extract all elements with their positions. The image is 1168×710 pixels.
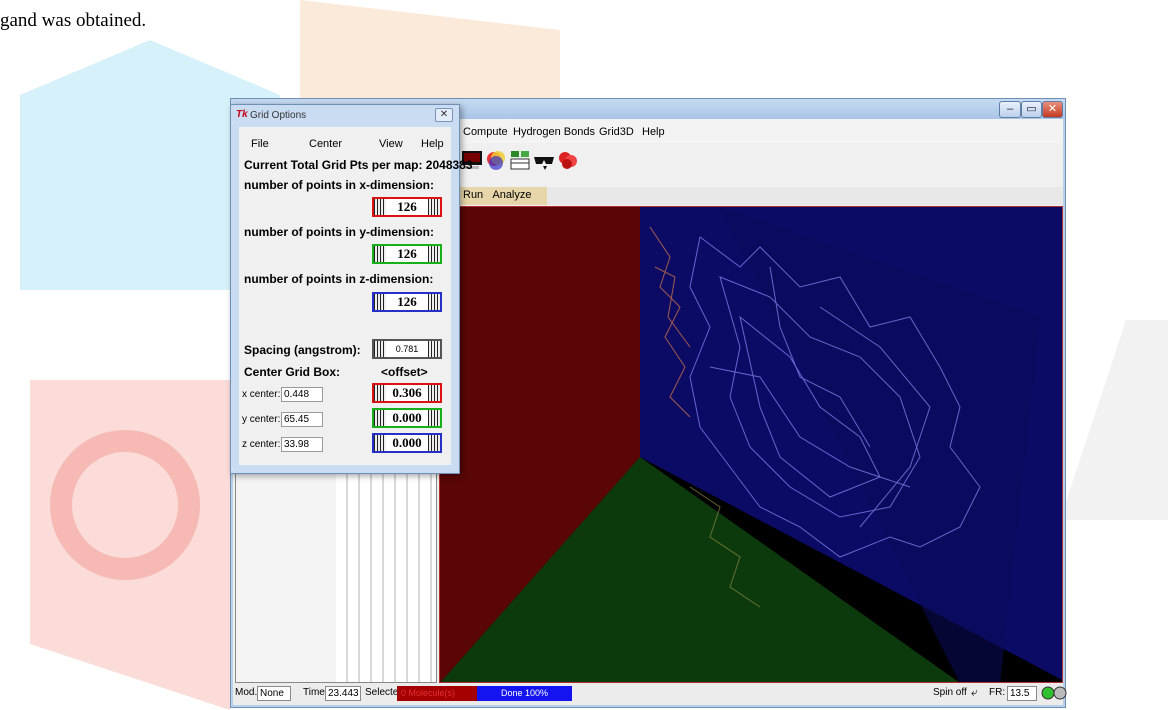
- progress-bar: Done 100%: [477, 686, 572, 701]
- selected-field: 0 Molecule(s): [397, 686, 477, 701]
- time-label: Time:: [303, 687, 328, 698]
- x-offset-thumbwheel[interactable]: 0.306: [372, 383, 442, 403]
- red-surface-icon[interactable]: [557, 149, 579, 171]
- x-dimension-thumbwheel[interactable]: 126: [372, 197, 442, 217]
- z-offset-value: 0.000: [386, 435, 428, 451]
- x-offset-value: 0.306: [386, 385, 428, 401]
- fr-field: 13.5: [1007, 686, 1037, 701]
- tk-icon: Tk: [236, 109, 248, 120]
- 3d-viewer[interactable]: [439, 206, 1063, 683]
- grid-options-dialog: Tk Grid Options ✕ File Center View Help …: [230, 104, 473, 474]
- grid-box-scene: [440, 207, 1062, 682]
- y-dimension-thumbwheel[interactable]: 126: [372, 244, 442, 264]
- z-dimension-thumbwheel[interactable]: 126: [372, 292, 442, 312]
- stereo-glasses-icon[interactable]: [533, 149, 555, 171]
- z-dimension-value: 126: [386, 294, 428, 310]
- dialog-menu-center[interactable]: Center: [309, 138, 342, 150]
- spacing-thumbwheel[interactable]: 0.781: [372, 339, 442, 359]
- maximize-button[interactable]: ▭: [1021, 101, 1042, 118]
- color-wheel-icon[interactable]: [485, 149, 507, 171]
- x-center-input[interactable]: 0.448: [281, 387, 323, 402]
- z-center-label: z center:: [242, 439, 281, 450]
- mod-field: None: [257, 686, 291, 701]
- spin-toggle-icon[interactable]: ⤶: [971, 685, 978, 700]
- dialog-titlebar[interactable]: Tk Grid Options ✕: [231, 105, 459, 125]
- dialog-body: File Center View Help Current Total Grid…: [239, 127, 473, 465]
- x-dimension-label: number of points in x-dimension:: [244, 178, 434, 192]
- dialog-menu-view[interactable]: View: [379, 138, 403, 150]
- menu-compute[interactable]: Compute: [463, 126, 508, 138]
- close-button[interactable]: ✕: [1042, 101, 1063, 118]
- total-grid-points: Current Total Grid Pts per map: 2048383: [244, 158, 473, 172]
- menu-help[interactable]: Help: [642, 126, 665, 138]
- document-text: gand was obtained.: [0, 10, 147, 31]
- minimize-button[interactable]: –: [999, 101, 1021, 118]
- tab-run-analyze[interactable]: Run Analyze: [459, 187, 547, 205]
- spin-toggle[interactable]: Spin off: [933, 687, 967, 698]
- y-center-label: y center:: [242, 414, 281, 425]
- time-field: 23.443: [325, 686, 361, 701]
- gray-status-light-icon: [1053, 686, 1067, 700]
- x-dimension-value: 126: [386, 199, 428, 215]
- dialog-title: Grid Options: [250, 110, 307, 121]
- dialog-close-button[interactable]: ✕: [435, 108, 453, 122]
- z-offset-thumbwheel[interactable]: 0.000: [372, 433, 442, 453]
- status-bar: Mod.: None Time: 23.443 Selected: 0 Mole…: [233, 683, 1067, 705]
- y-offset-thumbwheel[interactable]: 0.000: [372, 408, 442, 428]
- z-dimension-label: number of points in z-dimension:: [244, 272, 434, 286]
- spacing-label: Spacing (angstrom):: [244, 343, 361, 357]
- tab-run[interactable]: Run: [463, 189, 483, 201]
- fr-label: FR:: [989, 687, 1006, 698]
- watermark-gear-icon: [50, 430, 200, 580]
- center-grid-box-label: Center Grid Box:: [244, 365, 341, 379]
- y-dimension-value: 126: [386, 246, 428, 262]
- menu-grid3d[interactable]: Grid3D: [599, 126, 634, 138]
- molecule-table-icon[interactable]: [509, 149, 531, 171]
- y-center-input[interactable]: 65.45: [281, 412, 323, 427]
- z-center-input[interactable]: 33.98: [281, 437, 323, 452]
- y-dimension-label: number of points in y-dimension:: [244, 225, 434, 239]
- spacing-value: 0.781: [386, 341, 428, 357]
- tab-analyze[interactable]: Analyze: [492, 189, 531, 201]
- menu-hydrogen-bonds[interactable]: Hydrogen Bonds: [513, 126, 595, 138]
- x-center-label: x center:: [242, 389, 281, 400]
- watermark-gray-shape: [1060, 320, 1168, 520]
- offset-label: <offset>: [381, 365, 428, 379]
- dialog-menu-help[interactable]: Help: [421, 138, 444, 150]
- dialog-menu-file[interactable]: File: [251, 138, 269, 150]
- y-offset-value: 0.000: [386, 410, 428, 426]
